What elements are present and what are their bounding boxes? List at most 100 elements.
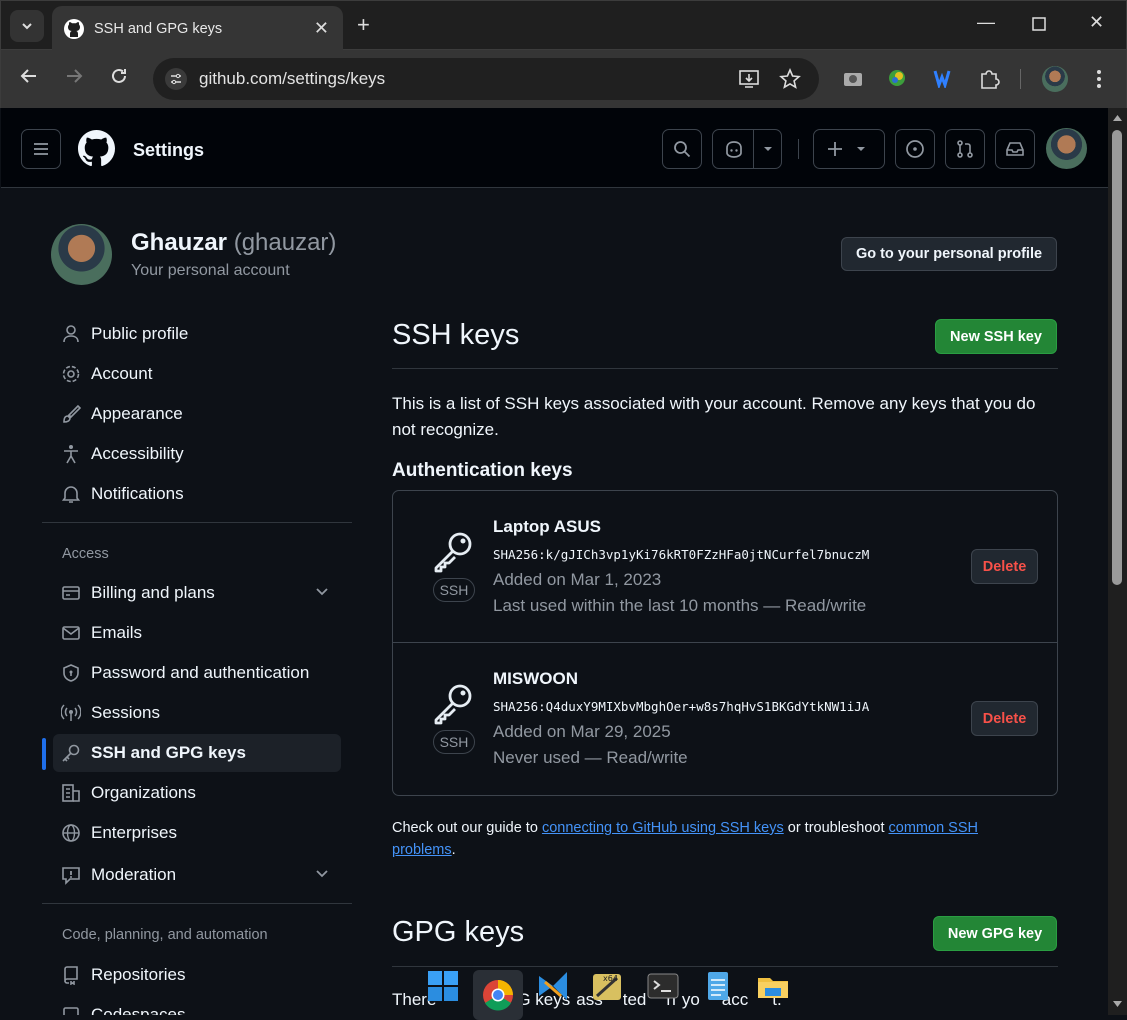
list-item: SSH Laptop ASUS SHA256:k/gJICh3vp1yKi76k… [393, 491, 1057, 643]
file-explorer-taskbar-icon[interactable] [755, 968, 791, 1004]
forward-icon[interactable] [64, 66, 84, 86]
issue-opened-icon [906, 140, 924, 158]
vscode-taskbar-icon[interactable] [535, 968, 571, 1004]
notepad-taskbar-icon[interactable] [700, 968, 736, 1004]
browser-tabstrip: SSH and GPG keys ✕ + — ✕ [0, 0, 1127, 51]
account-type: Your personal account [131, 262, 290, 279]
sidebar-item-ssh-gpg-keys[interactable]: SSH and GPG keys [53, 734, 341, 772]
menu-icon [34, 143, 48, 155]
ssh-guide-link[interactable]: connecting to GitHub using SSH keys [542, 820, 784, 836]
go-to-profile-button[interactable]: Go to your personal profile [841, 237, 1057, 271]
install-app-icon[interactable] [738, 69, 760, 89]
create-new-button[interactable] [813, 129, 885, 169]
ssh-key-list: SSH Laptop ASUS SHA256:k/gJICh3vp1yKi76k… [392, 490, 1058, 796]
sidebar-divider [42, 522, 352, 523]
inbox-button[interactable] [995, 129, 1035, 169]
sidebar-item-enterprises[interactable]: Enterprises [53, 814, 341, 852]
new-ssh-key-button[interactable]: New SSH key [935, 319, 1057, 354]
scrollbar-thumb[interactable] [1112, 130, 1122, 585]
person-icon [63, 325, 79, 343]
key-title: MISWOON [493, 669, 578, 688]
maximize-icon[interactable] [1032, 17, 1046, 31]
sidebar-item-emails[interactable]: Emails [53, 614, 341, 652]
sidebar-item-notifications[interactable]: Notifications [53, 475, 341, 513]
plus-icon [828, 142, 842, 156]
user-avatar[interactable] [1046, 128, 1087, 169]
sidebar-item-codespaces[interactable]: Codespaces [53, 996, 341, 1015]
sidebar-item-appearance[interactable]: Appearance [53, 395, 341, 433]
header-divider [798, 139, 799, 159]
key-title: Laptop ASUS [493, 517, 601, 536]
ssh-help-note: Check out our guide to connecting to Git… [392, 820, 978, 858]
sidebar-item-billing[interactable]: Billing and plans [53, 574, 341, 612]
new-tab-icon[interactable]: + [357, 12, 370, 38]
x64dbg-taskbar-icon[interactable]: x64 [589, 968, 625, 1004]
gear-icon [62, 365, 80, 383]
site-info-icon[interactable] [165, 68, 187, 90]
chrome-profile-avatar[interactable] [1042, 66, 1068, 92]
extensions-puzzle-icon[interactable] [978, 68, 1000, 90]
new-gpg-key-button[interactable]: New GPG key [933, 916, 1057, 951]
sidebar-item-accessibility[interactable]: Accessibility [53, 435, 341, 473]
inbox-icon [1006, 142, 1024, 156]
key-usage: Never used — Read/write [493, 748, 688, 767]
github-logo-icon[interactable] [78, 130, 115, 167]
sidebar-item-organizations[interactable]: Organizations [53, 774, 341, 812]
issues-button[interactable] [895, 129, 935, 169]
paintbrush-icon [63, 404, 81, 423]
ssh-description: This is a list of SSH keys associated wi… [392, 394, 1036, 439]
git-pull-request-icon [957, 140, 973, 158]
window-close-icon[interactable]: ✕ [1089, 12, 1104, 33]
chrome-taskbar-icon[interactable] [473, 970, 523, 1020]
credit-card-icon [62, 586, 80, 600]
sidebar-item-repositories[interactable]: Repositories [53, 956, 341, 994]
key-icon [434, 532, 472, 573]
url-text: github.com/settings/keys [199, 69, 386, 88]
sidebar-item-account[interactable]: Account [53, 355, 341, 393]
sidebar-item-sessions[interactable]: Sessions [53, 694, 341, 732]
terminal-taskbar-icon[interactable] [645, 968, 681, 1004]
github-favicon-icon [64, 18, 84, 39]
sidebar-divider [42, 903, 352, 904]
key-usage: Last used within the last 10 months — Re… [493, 596, 867, 615]
heading-divider [392, 966, 1058, 967]
settings-page: Ghauzar (ghauzar) Your personal account … [1, 189, 1108, 1015]
sidebar-item-public-profile[interactable]: Public profile [53, 315, 341, 353]
profile-avatar [51, 224, 112, 285]
ssh-badge: SSH [433, 730, 475, 754]
address-bar[interactable]: github.com/settings/keys [153, 58, 819, 100]
key-icon [434, 684, 472, 725]
browser-toolbar: github.com/settings/keys [0, 50, 1127, 108]
bookmark-star-icon[interactable] [779, 68, 801, 90]
wappalyzer-extension-icon[interactable] [932, 68, 952, 88]
key-fingerprint: SHA256:Q4duxY9MIXbvMbghOer+w8s7hqHvS1BKG… [493, 699, 870, 714]
hamburger-menu-button[interactable] [21, 129, 61, 169]
tab-title: SSH and GPG keys [94, 20, 223, 37]
copilot-button[interactable] [712, 129, 782, 169]
ssh-badge: SSH [433, 578, 475, 602]
sidebar-section-access: Access [62, 546, 109, 562]
close-tab-icon[interactable]: ✕ [314, 18, 329, 39]
chevron-down-icon[interactable] [315, 585, 329, 599]
delete-key-button[interactable]: Delete [971, 701, 1038, 736]
browser-menu-icon[interactable] [1095, 68, 1103, 90]
browser-tab[interactable]: SSH and GPG keys ✕ [52, 6, 343, 51]
repo-icon [64, 966, 78, 985]
color-extension-icon[interactable] [886, 68, 908, 88]
windows-start-icon[interactable] [425, 968, 461, 1004]
minimize-icon[interactable]: — [977, 12, 995, 33]
tab-search-button[interactable] [10, 10, 44, 42]
chevron-down-icon [22, 23, 32, 30]
delete-key-button[interactable]: Delete [971, 549, 1038, 584]
sidebar-item-password[interactable]: Password and authentication [53, 654, 341, 692]
back-icon[interactable] [19, 66, 39, 86]
sidebar-item-moderation[interactable]: Moderation [53, 856, 341, 894]
chevron-down-icon[interactable] [315, 867, 329, 881]
svg-text:x64: x64 [603, 974, 618, 983]
search-button[interactable] [662, 129, 702, 169]
reload-icon[interactable] [109, 66, 129, 86]
report-icon [62, 867, 80, 885]
camera-extension-icon[interactable] [843, 68, 863, 88]
authentication-keys-heading: Authentication keys [392, 460, 573, 481]
pull-requests-button[interactable] [945, 129, 985, 169]
